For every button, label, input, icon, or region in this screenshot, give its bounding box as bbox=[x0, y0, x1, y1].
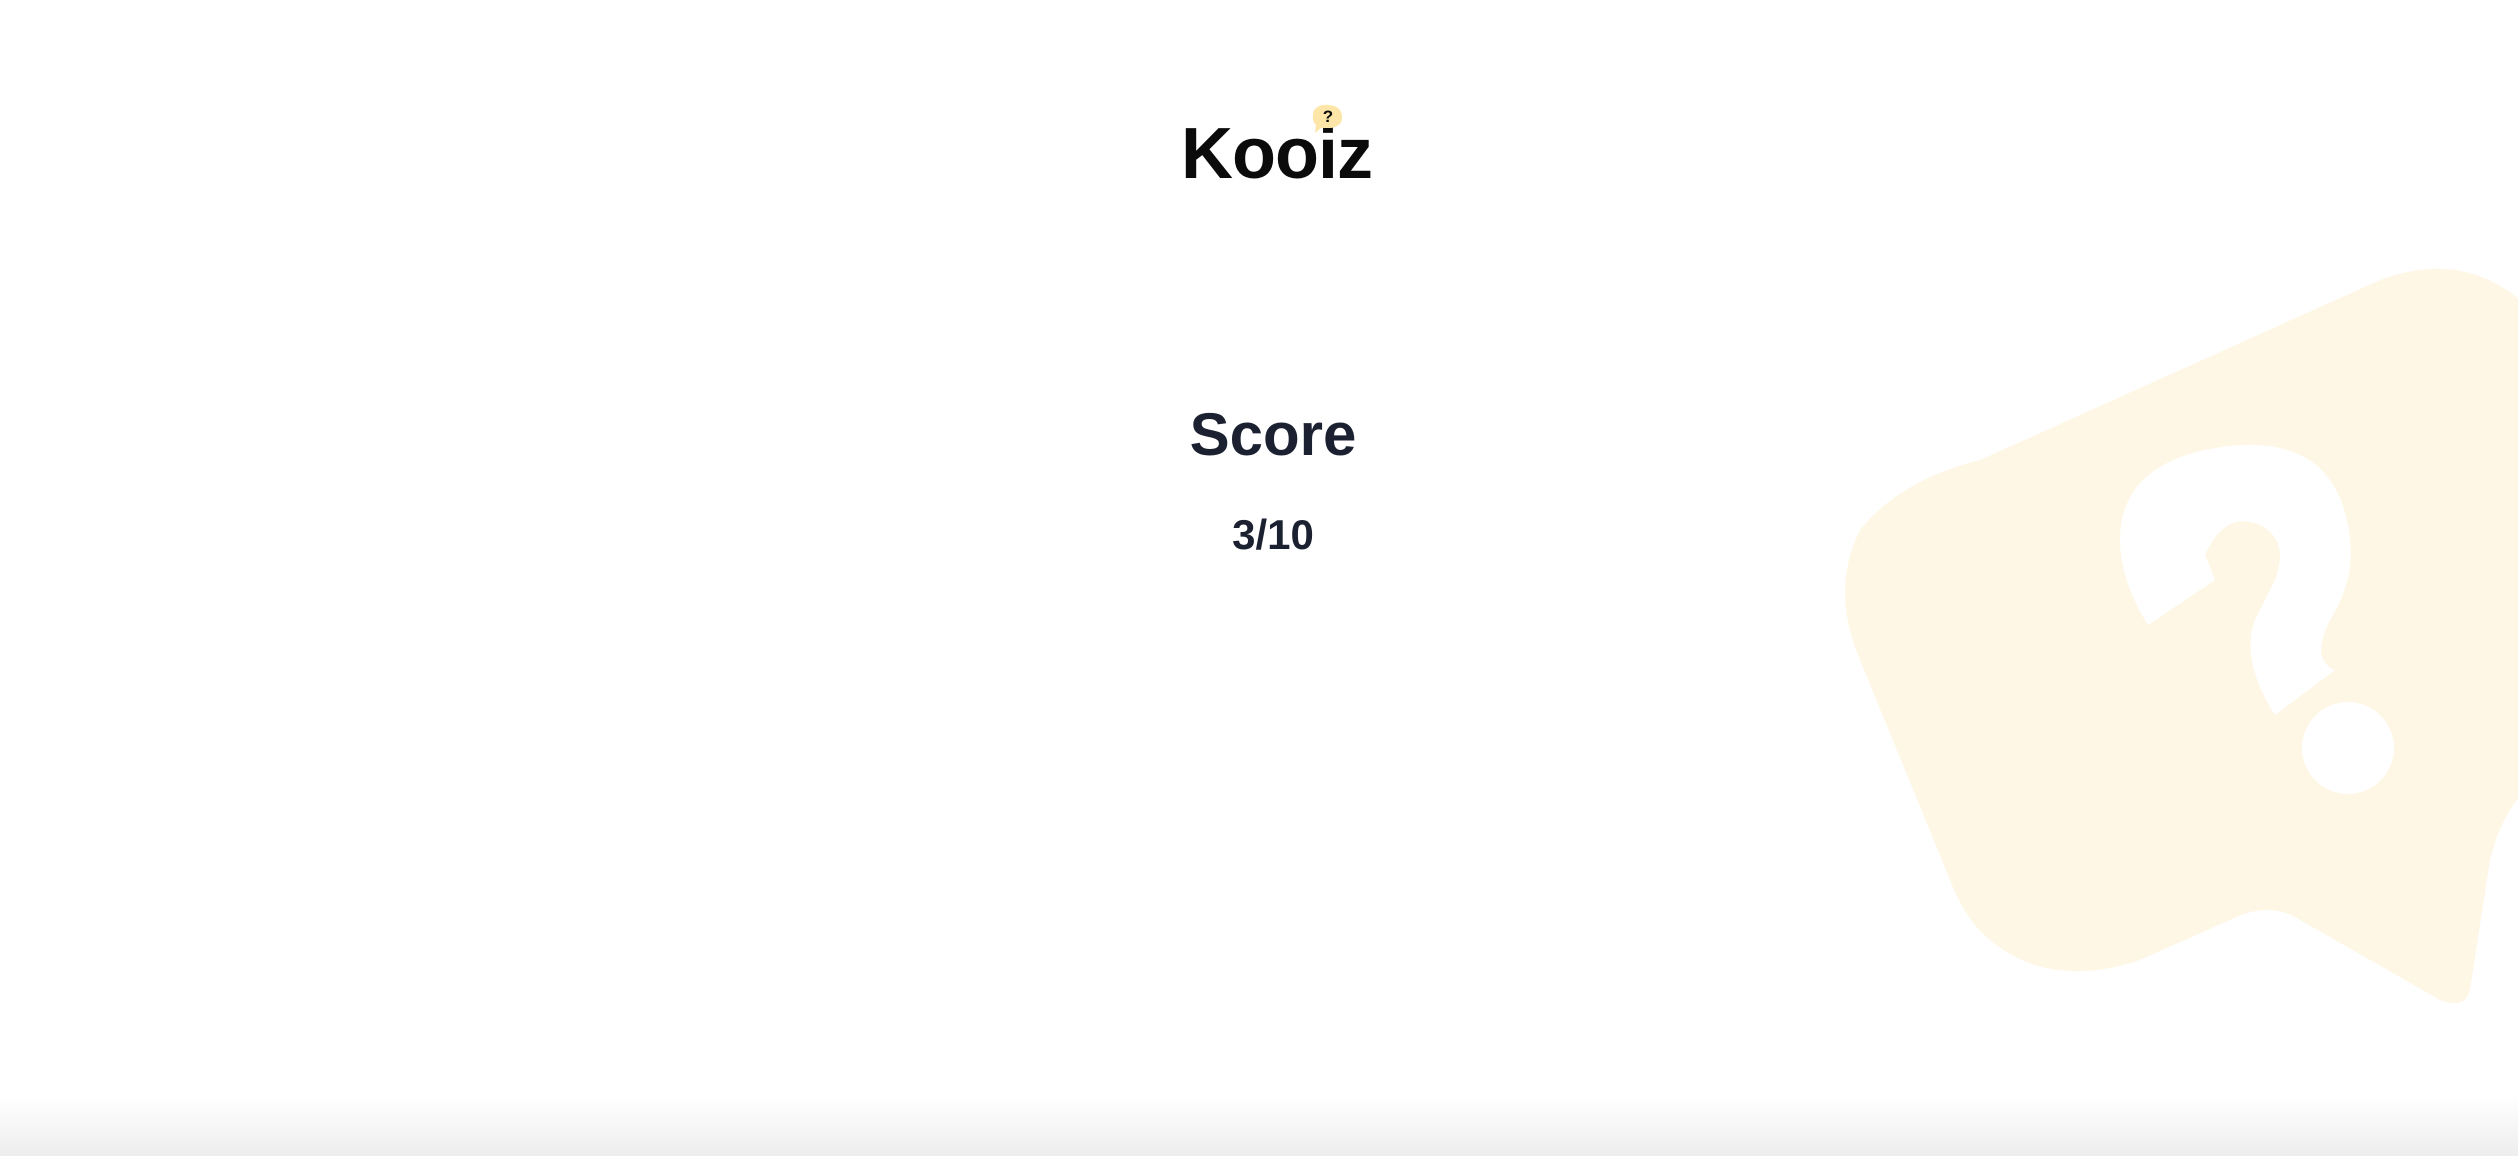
bottom-edge-shadow bbox=[0, 1096, 2518, 1156]
logo-badge-glyph: ? bbox=[1323, 107, 1333, 126]
question-bubble-icon: ? bbox=[1312, 104, 1343, 133]
app-logo[interactable]: Kooiz ? bbox=[1181, 104, 1381, 190]
quiz-result-page: Kooiz ? Score 3/10 bbox=[0, 0, 2518, 1156]
score-title: Score bbox=[1189, 401, 1357, 468]
score-value: 3/10 bbox=[1232, 511, 1314, 558]
question-speech-bubble-icon bbox=[1845, 268, 2518, 1004]
